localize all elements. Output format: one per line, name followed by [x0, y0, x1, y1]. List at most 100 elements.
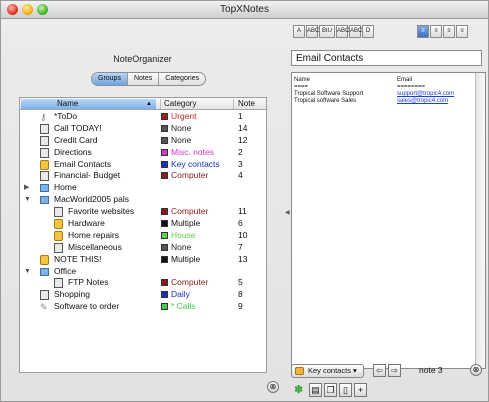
outline-row[interactable]: Shopping Daily 8	[20, 289, 266, 301]
disclosure-expanded-icon[interactable]: ▼	[24, 266, 31, 278]
category-swatch	[161, 208, 168, 216]
email-link[interactable]: support@tropic4.com	[397, 91, 454, 98]
bold-italic-underline-button[interactable]: BIU	[319, 25, 335, 38]
column-header-name-label: Name	[57, 99, 79, 108]
category-swatch	[161, 136, 168, 144]
style-button[interactable]: D	[362, 25, 374, 38]
title-bar[interactable]: TopXNotes	[1, 1, 488, 19]
pen-icon: ✎	[40, 302, 48, 313]
note-icon	[40, 171, 49, 182]
align-left-button[interactable]: ≡	[417, 25, 429, 38]
column-header-category[interactable]: Category	[160, 99, 232, 109]
row-category: Key contacts	[171, 158, 220, 169]
previous-note-button[interactable]: ⇦	[373, 364, 386, 377]
trash-icon[interactable]: ▯	[339, 383, 352, 397]
row-category: Computer	[171, 170, 209, 181]
duplicate-icon[interactable]: ❐	[324, 383, 337, 397]
row-label: Call TODAY!	[54, 122, 102, 133]
disclosure-collapsed-icon[interactable]: ▶	[24, 182, 29, 194]
outline-row[interactable]: Credit Card None 12	[20, 135, 266, 147]
category-swatch	[161, 279, 168, 287]
row-note-number: 10	[238, 229, 248, 240]
column-header-name[interactable]: Name ▲	[21, 99, 156, 109]
row-note-number: 14	[238, 122, 248, 133]
align-center-button[interactable]: ≡	[430, 25, 442, 38]
outline-row[interactable]: Financial- Budget Computer 4	[20, 170, 266, 182]
window-title: TopXNotes	[220, 4, 269, 15]
outline-row[interactable]: Call TODAY! None 14	[20, 123, 266, 135]
note-icon	[54, 207, 63, 218]
list-icon[interactable]: ▤	[309, 383, 322, 397]
text-color-button[interactable]: ABC	[336, 25, 349, 38]
outline-row[interactable]: FTP Notes Computer 5	[20, 277, 266, 289]
note-title-field[interactable]: Email Contacts	[291, 50, 482, 66]
category-popup[interactable]: Key contacts ▾	[291, 364, 364, 378]
highlight-button[interactable]: ABC	[349, 25, 362, 38]
sort-ascending-icon: ▲	[146, 101, 152, 107]
outline-row[interactable]: Favorite websites Computer 11	[20, 206, 266, 218]
email-link[interactable]: sales@tropic4.com	[397, 98, 448, 105]
align-right-button[interactable]: ≡	[443, 25, 455, 38]
disclosure-expanded-icon[interactable]: ▼	[24, 194, 31, 206]
row-category: Computer	[171, 206, 209, 217]
outline-row[interactable]: Email Contacts Key contacts 3	[20, 159, 266, 171]
align-justify-button[interactable]: ≡	[456, 25, 468, 38]
outline-row[interactable]: ✎ Software to order * Calls 9	[20, 301, 266, 313]
next-note-button[interactable]: ⇨	[388, 364, 401, 377]
row-label: Miscellaneous	[68, 241, 122, 252]
editor-tools: ✽ ▤ ❐ ▯ +	[289, 383, 488, 399]
notes-outline[interactable]: Name ▲ Category Note ⚷ *ToDo Urgent 1 Call T…	[19, 97, 267, 373]
close-editor-button[interactable]: ⊗	[470, 364, 482, 376]
contact-name: Tropical Software Support	[294, 91, 364, 97]
row-note-number: 1	[238, 111, 243, 121]
row-note-number: 13	[238, 253, 248, 264]
note-text[interactable]: Name Email ==== ======== Tropical Software S…	[294, 77, 475, 105]
outline-row[interactable]: Miscellaneous None 7	[20, 242, 266, 254]
add-note-icon[interactable]: +	[354, 383, 367, 397]
key-icon: ⚷	[40, 112, 47, 122]
contact-name: ====	[294, 84, 309, 90]
outline-row[interactable]: ⚷ *ToDo Urgent 1	[20, 111, 266, 123]
outline-row[interactable]: Home repairs House 10	[20, 230, 266, 242]
outline-row[interactable]: ▶ Home	[20, 182, 266, 194]
category-swatch	[161, 148, 168, 156]
note-text-line: Tropical software Sales sales@tropic4.com	[294, 98, 475, 105]
row-category: * Calls	[171, 301, 196, 312]
row-label: Directions	[54, 146, 92, 157]
palm-tree-icon[interactable]: ✽	[294, 383, 303, 396]
row-label: Financial- Budget	[54, 170, 121, 181]
tab-notes[interactable]: Notes	[128, 73, 160, 85]
row-label: Office	[54, 265, 77, 276]
row-category: None	[171, 134, 192, 145]
folder-icon	[40, 184, 49, 193]
note-scrollbar[interactable]	[475, 73, 485, 368]
column-header-note[interactable]: Note	[233, 99, 266, 109]
note-text-line: Name Email	[294, 77, 475, 84]
folder-icon	[40, 267, 49, 276]
outline-row[interactable]: NOTE THIS! Multiple 13	[20, 254, 266, 266]
text-size-button[interactable]: ABC	[306, 25, 319, 38]
close-organizer-button[interactable]: ⊗	[267, 381, 279, 393]
note-icon	[40, 147, 49, 158]
tab-groups[interactable]: Groups	[92, 73, 128, 85]
row-label: Home	[54, 182, 77, 193]
row-note-number: 11	[238, 206, 247, 217]
outline-row[interactable]: ▼ MacWorld2005 pals	[20, 194, 266, 206]
note-body[interactable]: Name Email ==== ======== Tropical Software S…	[291, 72, 486, 369]
row-label: Shopping	[54, 289, 90, 300]
tab-categories[interactable]: Categories	[159, 73, 205, 85]
note-icon	[40, 123, 49, 134]
view-tabs: Groups Notes Categories	[91, 72, 207, 86]
row-label: Favorite websites	[68, 206, 135, 217]
outline-row[interactable]: ▼ Office	[20, 266, 266, 278]
font-button[interactable]: A	[293, 25, 305, 38]
row-category: Daily	[171, 289, 190, 300]
note-icon	[40, 290, 49, 301]
category-swatch	[161, 303, 168, 311]
row-label: NOTE THIS!	[54, 253, 102, 264]
row-note-number: 4	[238, 170, 243, 181]
outline-row[interactable]: Directions Misc. notes 2	[20, 147, 266, 159]
category-popup-label: Key contacts ▾	[308, 366, 357, 375]
outline-row[interactable]: Hardware Multiple 6	[20, 218, 266, 230]
row-note-number: 8	[238, 289, 243, 300]
